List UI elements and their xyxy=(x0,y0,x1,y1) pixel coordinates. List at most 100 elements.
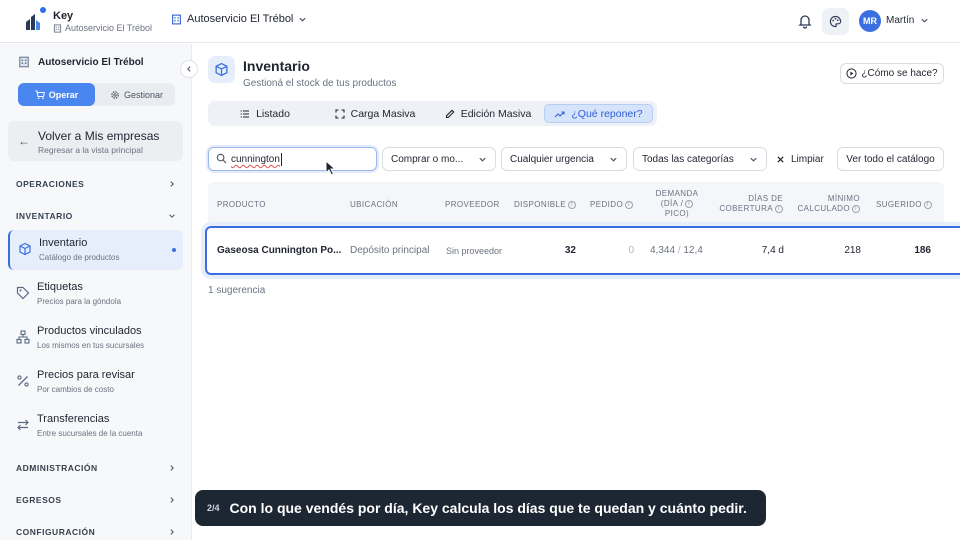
cell-ordered: 0 xyxy=(628,245,634,256)
tab-carga-masiva[interactable]: Carga Masiva xyxy=(330,104,420,123)
user-name: Martín xyxy=(886,15,915,26)
info-icon: i xyxy=(775,204,783,213)
chevron-right-icon xyxy=(170,181,174,187)
search-value: cunnington xyxy=(231,154,280,165)
tab-label: Listado xyxy=(256,107,290,120)
info-icon: i xyxy=(625,200,634,209)
operate-button[interactable]: Operar xyxy=(18,83,95,106)
cart-icon xyxy=(35,90,45,99)
page-icon xyxy=(208,56,235,83)
sidebar-item-inventario[interactable]: Inventario Catálogo de productos xyxy=(8,230,183,270)
search-icon xyxy=(216,153,227,164)
result-count: 1 sugerencia xyxy=(208,285,266,296)
urgency-filter[interactable]: Cualquier urgencia xyxy=(501,147,627,171)
view-catalog-button[interactable]: Ver todo el catálogo xyxy=(837,147,944,171)
column-header-label: PICO) xyxy=(664,209,690,218)
back-to-companies[interactable]: ← Volver a Mis empresas Regresar a la vi… xyxy=(8,121,183,161)
sidebar-item-subtitle: Catálogo de productos xyxy=(39,253,120,262)
section-expenses[interactable]: EGRESOS xyxy=(16,495,176,505)
sidebar-item-precios-revisar[interactable]: Precios para revisar Por cambios de cost… xyxy=(8,362,183,402)
section-operations[interactable]: OPERACIONES xyxy=(16,179,176,189)
tag-icon xyxy=(16,286,30,300)
column-header-available[interactable]: DISPONIBLE i xyxy=(514,200,577,210)
box-icon xyxy=(19,242,31,256)
column-header-ordered[interactable]: PEDIDO i xyxy=(590,200,634,210)
mouse-cursor-icon xyxy=(325,160,337,176)
building-icon xyxy=(172,14,181,24)
info-icon: i xyxy=(852,204,860,213)
chevron-down-icon xyxy=(610,157,617,162)
clear-label: Limpiar xyxy=(791,153,824,165)
avatar[interactable]: MR xyxy=(859,10,881,32)
cell-demand: 4,344 / 12,4 xyxy=(650,245,703,256)
chevron-right-icon xyxy=(170,465,174,471)
column-header-suggested[interactable]: SUGERIDO i xyxy=(876,200,932,210)
cell-demand-peak: 12,4 xyxy=(683,245,703,256)
section-inventory[interactable]: INVENTARIO xyxy=(16,211,176,221)
column-header-label: CALCULADO xyxy=(797,204,850,213)
store-selector[interactable]: Autoservicio El Trébol xyxy=(171,13,307,25)
cell-demand-day: 4,344 xyxy=(650,245,676,256)
sidebar-item-title: Precios para revisar xyxy=(37,369,135,381)
sidebar-item-title: Inventario xyxy=(39,237,88,249)
tab-label: ¿Qué reponer? xyxy=(571,107,643,120)
text-caret xyxy=(281,153,282,166)
sidebar-item-subtitle: Los mismos en tus sucursales xyxy=(37,341,145,350)
back-subtitle: Regresar a la vista principal xyxy=(38,145,143,155)
collapse-sidebar-button[interactable] xyxy=(180,60,198,78)
tab-listado[interactable]: Listado xyxy=(230,104,300,123)
back-title: Volver a Mis empresas xyxy=(38,129,160,143)
info-icon: i xyxy=(685,199,694,208)
sidebar-item-transferencias[interactable]: Transferencias Entre sucursales de la cu… xyxy=(8,406,183,446)
user-menu[interactable]: Martín xyxy=(886,15,929,26)
how-to-label: ¿Cómo se hace? xyxy=(861,68,938,79)
sidebar-item-title: Etiquetas xyxy=(37,281,83,293)
pencil-icon xyxy=(445,109,455,118)
tab-edicion-masiva[interactable]: Edición Masiva xyxy=(440,104,536,123)
section-config[interactable]: CONFIGURACIÓN xyxy=(16,527,176,537)
expand-icon xyxy=(335,108,345,119)
column-header-label: (DÍA / xyxy=(660,199,684,208)
manage-button[interactable]: Gestionar xyxy=(98,83,175,106)
table-row[interactable]: Gaseosa Cunnington Po... Depósito princi… xyxy=(205,226,960,275)
action-filter[interactable]: Comprar o mo... xyxy=(382,147,496,171)
category-filter[interactable]: Todas las categorías xyxy=(633,147,767,171)
column-header-location[interactable]: UBICACIÓN xyxy=(350,200,398,210)
sidebar-item-etiquetas[interactable]: Etiquetas Precios para la góndola xyxy=(8,274,183,314)
building-icon xyxy=(19,56,29,68)
app-name: Key xyxy=(53,10,74,22)
column-header-supplier[interactable]: PROVEEDOR xyxy=(445,200,500,210)
sidebar-item-productos-vinculados[interactable]: Productos vinculados Los mismos en tus s… xyxy=(8,318,183,358)
column-header-label: SUGERIDO xyxy=(876,200,922,209)
column-header-coverage[interactable]: DÍAS DE COBERTURA i xyxy=(719,194,783,214)
column-header-label: DISPONIBLE xyxy=(514,200,567,209)
percent-icon xyxy=(17,375,29,387)
sidebar-item-subtitle: Entre sucursales de la cuenta xyxy=(37,429,143,438)
search-input[interactable]: cunnington xyxy=(208,147,377,171)
cell-suggested: 186 xyxy=(914,245,931,256)
column-header-label: COBERTURA xyxy=(719,204,773,213)
chevron-right-icon xyxy=(170,497,174,503)
cell-supplier: Sin proveedor xyxy=(446,246,503,256)
mode-toggle: Operar Gestionar xyxy=(18,83,175,106)
section-admin[interactable]: ADMINISTRACIÓN xyxy=(16,463,176,473)
theme-button[interactable] xyxy=(822,8,849,35)
column-header-demand[interactable]: DEMANDA (DÍA / i PICO) xyxy=(651,189,703,219)
cell-location: Depósito principal xyxy=(350,245,430,256)
column-header-minimum[interactable]: MÍNIMO CALCULADO i xyxy=(794,194,860,214)
store-selector-label: Autoservicio El Trébol xyxy=(187,13,294,25)
clear-filters-button[interactable]: Limpiar xyxy=(776,147,824,171)
building-icon xyxy=(53,23,62,33)
chevron-right-icon xyxy=(170,529,174,535)
how-to-button[interactable]: ¿Cómo se hace? xyxy=(840,63,944,84)
tab-label: Edición Masiva xyxy=(460,107,532,120)
chevron-down-icon xyxy=(299,17,307,22)
cell-minimum: 218 xyxy=(844,245,861,256)
page-title: Inventario xyxy=(243,58,310,74)
operate-label: Operar xyxy=(48,89,79,100)
bell-icon[interactable] xyxy=(797,13,813,29)
trending-up-icon xyxy=(555,110,565,117)
table-header: PRODUCTO UBICACIÓN PROVEEDOR DISPONIBLE i… xyxy=(208,182,944,227)
column-header-product[interactable]: PRODUCTO xyxy=(217,200,266,210)
tab-que-reponer[interactable]: ¿Qué reponer? xyxy=(544,104,653,123)
